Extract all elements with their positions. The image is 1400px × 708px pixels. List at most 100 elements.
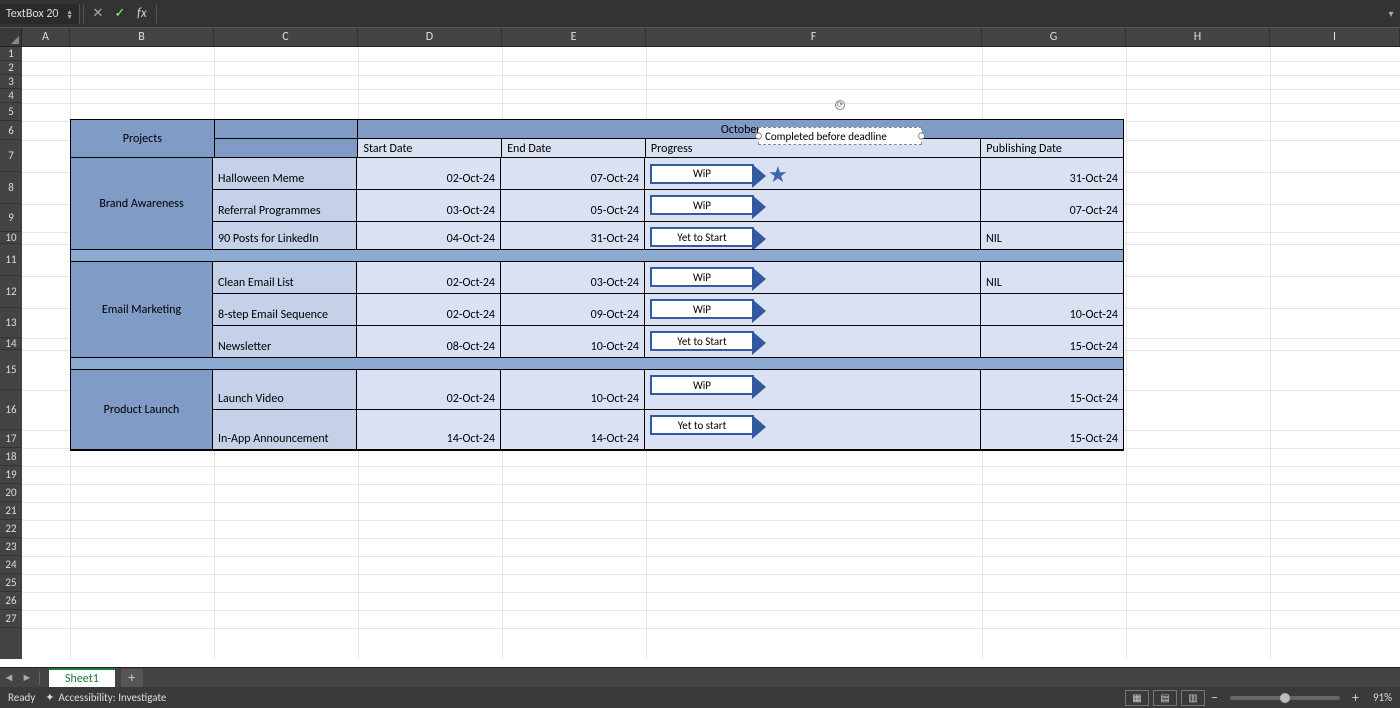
publishing-date-cell[interactable]: 15-Oct-24 (981, 326, 1123, 358)
textbox-completed-note[interactable]: Completed before deadline ⟳ (758, 127, 922, 145)
row-header[interactable]: 5 (0, 103, 22, 121)
end-date-cell[interactable]: 31-Oct-24 (501, 222, 645, 250)
name-box-spinner-icon[interactable]: ▲▼ (66, 9, 73, 19)
start-date-cell[interactable]: 02-Oct-24 (357, 262, 501, 294)
row-header[interactable]: 13 (0, 308, 22, 338)
zoom-out-button[interactable]: − (1207, 689, 1222, 706)
publishing-date-cell[interactable]: 10-Oct-24 (981, 294, 1123, 326)
start-date-cell[interactable]: 04-Oct-24 (357, 222, 501, 250)
col-header[interactable]: I (1270, 28, 1400, 46)
row-header[interactable]: 21 (0, 502, 22, 520)
formula-expand-icon[interactable]: ▾ (1382, 7, 1400, 20)
accessibility-icon[interactable]: ✦ (45, 691, 54, 704)
zoom-thumb[interactable] (1280, 693, 1290, 703)
view-pagebreak-icon[interactable]: ▥ (1181, 690, 1205, 706)
formula-input[interactable] (160, 0, 1382, 27)
start-date-cell[interactable]: 14-Oct-24 (357, 410, 501, 450)
row-header[interactable]: 16 (0, 390, 22, 430)
resize-handle-e[interactable] (918, 133, 925, 140)
row-header[interactable]: 4 (0, 89, 22, 103)
progress-cell[interactable]: Yet to Start (645, 222, 981, 250)
col-header[interactable]: H (1126, 28, 1270, 46)
col-header[interactable]: G (982, 28, 1126, 46)
fx-icon[interactable]: fx (131, 6, 153, 21)
task-cell[interactable]: Newsletter (213, 326, 357, 358)
view-pagelayout-icon[interactable]: ▤ (1153, 690, 1177, 706)
task-cell[interactable]: 8-step Email Sequence (213, 294, 357, 326)
progress-cell[interactable]: WiP (645, 370, 981, 410)
publishing-date-cell[interactable]: 07-Oct-24 (981, 190, 1123, 222)
rotate-handle[interactable]: ⟳ (835, 100, 845, 110)
end-date-cell[interactable]: 05-Oct-24 (501, 190, 645, 222)
publishing-date-cell[interactable]: 31-Oct-24 (981, 158, 1123, 190)
end-date-cell[interactable]: 09-Oct-24 (501, 294, 645, 326)
end-date-cell[interactable]: 10-Oct-24 (501, 370, 645, 410)
end-date-cell[interactable]: 10-Oct-24 (501, 326, 645, 358)
progress-cell[interactable]: WiP (645, 262, 981, 294)
task-cell[interactable]: Clean Email List (213, 262, 357, 294)
progress-cell[interactable]: WiP (645, 190, 981, 222)
publishing-date-cell[interactable]: NIL (981, 262, 1123, 294)
progress-cell[interactable]: WiP (645, 294, 981, 326)
cancel-icon[interactable]: ✕ (87, 6, 109, 21)
sheet-tab[interactable]: Sheet1 (49, 668, 115, 688)
task-cell[interactable]: In-App Announcement (213, 410, 357, 450)
row-header[interactable]: 8 (0, 172, 22, 204)
publishing-date-cell[interactable]: 15-Oct-24 (981, 370, 1123, 410)
task-cell[interactable]: 90 Posts for LinkedIn (213, 222, 357, 250)
col-header[interactable]: A (22, 28, 70, 46)
end-date-cell[interactable]: 07-Oct-24 (501, 158, 645, 190)
tab-prev-icon[interactable]: ◄ (0, 671, 18, 684)
progress-tag[interactable]: Yet to Start (650, 331, 754, 351)
row-header[interactable]: 15 (0, 350, 22, 390)
status-accessibility[interactable]: Accessibility: Investigate (59, 691, 167, 704)
row-header[interactable]: 20 (0, 484, 22, 502)
row-header[interactable]: 10 (0, 232, 22, 244)
end-date-cell[interactable]: 14-Oct-24 (501, 410, 645, 450)
task-cell[interactable]: Referral Programmes (213, 190, 357, 222)
name-box[interactable]: TextBox 20 ▲▼ (0, 4, 80, 24)
task-cell[interactable]: Launch Video (213, 370, 357, 410)
row-header[interactable]: 9 (0, 204, 22, 232)
progress-cell[interactable]: Yet to start (645, 410, 981, 450)
start-date-cell[interactable]: 02-Oct-24 (357, 158, 501, 190)
start-date-cell[interactable]: 03-Oct-24 (357, 190, 501, 222)
start-date-cell[interactable]: 02-Oct-24 (357, 370, 501, 410)
col-header[interactable]: F (646, 28, 982, 46)
row-header[interactable]: 7 (0, 140, 22, 172)
grid[interactable]: Projects October Start Date End Date Pro… (22, 47, 1400, 659)
row-header[interactable]: 19 (0, 466, 22, 484)
progress-tag[interactable]: Yet to start (650, 415, 754, 435)
progress-tag[interactable]: WiP (650, 164, 754, 184)
row-header[interactable]: 12 (0, 276, 22, 308)
zoom-in-button[interactable]: + (1348, 689, 1363, 706)
row-header[interactable]: 25 (0, 574, 22, 592)
progress-tag[interactable]: WiP (650, 299, 754, 319)
row-header[interactable]: 6 (0, 121, 22, 140)
view-normal-icon[interactable]: ▦ (1125, 690, 1149, 706)
col-header[interactable]: E (502, 28, 646, 46)
tab-next-icon[interactable]: ► (18, 671, 36, 684)
row-header[interactable]: 27 (0, 610, 22, 628)
row-header[interactable]: 11 (0, 244, 22, 276)
zoom-level[interactable]: 91% (1373, 691, 1392, 704)
row-header[interactable]: 17 (0, 430, 22, 448)
start-date-cell[interactable]: 02-Oct-24 (357, 294, 501, 326)
start-date-cell[interactable]: 08-Oct-24 (357, 326, 501, 358)
row-header[interactable]: 26 (0, 592, 22, 610)
publishing-date-cell[interactable]: NIL (981, 222, 1123, 250)
progress-cell[interactable]: WiP★ (645, 158, 981, 190)
progress-tag[interactable]: WiP (650, 195, 754, 215)
resize-handle-w[interactable] (755, 133, 762, 140)
progress-cell[interactable]: Yet to Start (645, 326, 981, 358)
select-all-corner[interactable] (0, 28, 22, 46)
add-sheet-button[interactable]: + (121, 669, 143, 687)
row-header[interactable]: 3 (0, 75, 22, 89)
publishing-date-cell[interactable]: 15-Oct-24 (981, 410, 1123, 450)
col-header[interactable]: C (214, 28, 358, 46)
task-cell[interactable]: Halloween Meme (213, 158, 357, 190)
row-header[interactable]: 1 (0, 47, 22, 61)
col-header[interactable]: B (70, 28, 214, 46)
row-header[interactable]: 14 (0, 338, 22, 350)
end-date-cell[interactable]: 03-Oct-24 (501, 262, 645, 294)
